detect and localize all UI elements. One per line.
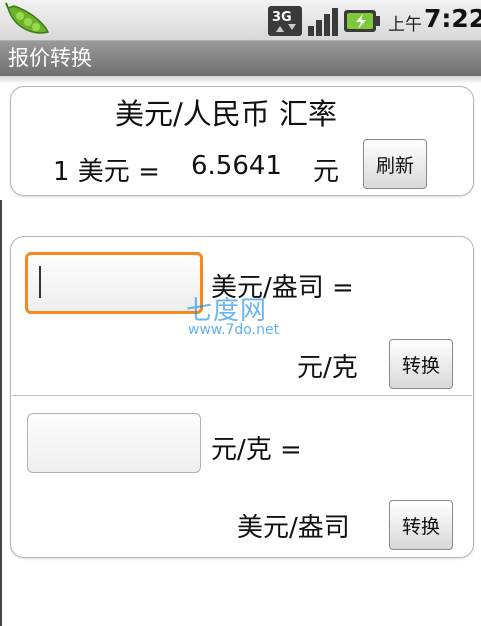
app-title-bar: 报价转换: [0, 41, 481, 76]
usd-per-ounce-input[interactable]: [25, 252, 203, 314]
exchange-rate-card: 美元/人民币 汇率 1 美元 = 6.5641 元 刷新: [10, 86, 474, 196]
rate-value: 6.5641: [191, 151, 282, 181]
rate-prefix: 1 美元 =: [53, 157, 160, 187]
convert-cny-to-usd-button[interactable]: 转换: [389, 500, 453, 550]
text-caret: [39, 266, 41, 298]
pea-pod-icon: [5, 2, 50, 34]
watermark-url: www.7do.net: [188, 322, 280, 338]
status-bar: 3G 上午 7:22: [0, 0, 481, 41]
network-3g-icon: 3G: [268, 6, 302, 36]
signal-strength-icon: [308, 8, 338, 36]
usd-per-ounce-result-unit: 美元/盎司: [237, 513, 350, 543]
cny-per-gram-input[interactable]: [27, 413, 201, 473]
section-divider: [10, 395, 472, 396]
cny-per-gram-result-unit: 元/克: [297, 353, 358, 383]
rate-heading: 美元/人民币 汇率: [115, 97, 337, 131]
network-label: 3G: [272, 10, 292, 25]
refresh-button[interactable]: 刷新: [363, 139, 427, 189]
am-pm-label: 上午: [388, 15, 422, 35]
left-edge-border: [0, 200, 2, 626]
conversion-card: 美元/盎司 = 元/克 转换 元/克 = 美元/盎司 转换: [10, 236, 474, 558]
clock-time: 7:22: [424, 4, 481, 33]
battery-charging-icon: [344, 10, 380, 32]
rate-unit: 元: [313, 157, 340, 187]
convert-usd-to-cny-button[interactable]: 转换: [389, 339, 453, 389]
app-title: 报价转换: [8, 46, 92, 70]
title-bar-shadow: [0, 76, 481, 84]
cny-per-gram-label: 元/克 =: [211, 435, 302, 465]
